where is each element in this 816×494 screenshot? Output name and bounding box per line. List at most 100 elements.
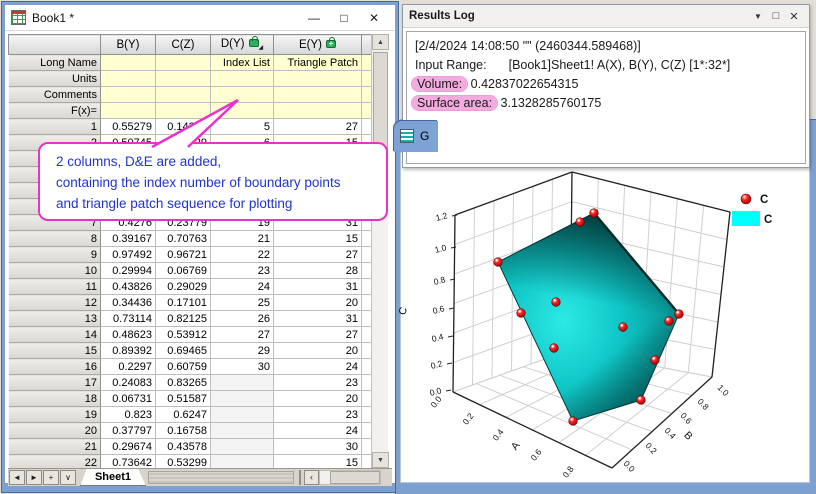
label-cell[interactable]: Index List — [210, 54, 274, 71]
data-cell[interactable]: 0.34436 — [100, 294, 156, 311]
data-cell[interactable]: 0.29674 — [100, 438, 156, 455]
data-cell[interactable]: 24 — [210, 278, 274, 295]
data-cell[interactable]: 0.2297 — [100, 358, 156, 375]
data-cell[interactable]: 31 — [273, 310, 362, 327]
data-cell[interactable]: 0.17101 — [155, 294, 211, 311]
horizontal-scrollbar[interactable] — [319, 470, 381, 485]
results-log-maximize-button[interactable]: □ — [767, 10, 785, 22]
row-number[interactable]: 11 — [8, 278, 101, 295]
data-cell[interactable]: 28 — [273, 262, 362, 279]
data-cell[interactable]: 0.43826 — [100, 278, 156, 295]
results-log-menu-icon[interactable]: ▼ — [749, 12, 767, 21]
close-button[interactable]: ✕ — [359, 8, 389, 28]
row-number[interactable]: 12 — [8, 294, 101, 311]
row-label[interactable]: Units — [8, 70, 101, 87]
row-number[interactable]: 17 — [8, 374, 101, 391]
data-cell[interactable]: 0.69465 — [155, 342, 211, 359]
data-cell[interactable]: 0.89392 — [100, 342, 156, 359]
data-cell[interactable]: 0.70763 — [155, 230, 211, 247]
scroll-down-icon[interactable]: ▼ — [372, 452, 389, 468]
label-cell[interactable] — [273, 70, 362, 87]
hscroll-left-icon[interactable]: ‹ — [304, 470, 319, 485]
vertical-scroll-thumb[interactable] — [373, 52, 388, 152]
data-cell[interactable]: 0.823 — [100, 406, 156, 423]
data-cell[interactable] — [210, 438, 274, 455]
graph-window-titlebar[interactable]: G — [394, 121, 438, 152]
label-cell[interactable]: Triangle Patch — [273, 54, 362, 71]
data-cell[interactable]: 21 — [210, 230, 274, 247]
row-number[interactable]: 9 — [8, 246, 101, 263]
horizontal-scroll-thumb[interactable] — [330, 471, 380, 484]
tab-sheet1[interactable]: Sheet1 — [80, 469, 146, 486]
row-label[interactable]: Long Name — [8, 54, 101, 71]
row-number[interactable]: 15 — [8, 342, 101, 359]
data-cell[interactable]: 23 — [210, 262, 274, 279]
label-cell[interactable] — [155, 54, 211, 71]
row-number[interactable]: 18 — [8, 390, 101, 407]
data-cell[interactable]: 27 — [273, 118, 362, 135]
data-cell[interactable]: 25 — [210, 294, 274, 311]
data-cell[interactable]: 23 — [273, 406, 362, 423]
data-cell[interactable]: 22 — [210, 246, 274, 263]
data-cell[interactable]: 30 — [210, 358, 274, 375]
data-cell[interactable]: 15 — [273, 230, 362, 247]
row-number[interactable]: 10 — [8, 262, 101, 279]
data-cell[interactable]: 27 — [273, 246, 362, 263]
data-cell[interactable]: 27 — [210, 326, 274, 343]
row-number[interactable]: 8 — [8, 230, 101, 247]
label-cell[interactable] — [155, 70, 211, 87]
row-label[interactable]: Comments — [8, 86, 101, 103]
row-label[interactable]: F(x)= — [8, 102, 101, 119]
data-cell[interactable]: 0.43578 — [155, 438, 211, 455]
data-cell[interactable]: 0.06731 — [100, 390, 156, 407]
data-cell[interactable]: 0.97492 — [100, 246, 156, 263]
results-log-close-button[interactable]: ✕ — [785, 10, 803, 23]
scroll-up-icon[interactable]: ▲ — [372, 34, 389, 50]
workbook-titlebar[interactable]: Book1 * — □ ✕ — [5, 5, 395, 31]
sheet-list-button[interactable]: ∨ — [60, 470, 76, 485]
data-cell[interactable]: 0.48623 — [100, 326, 156, 343]
label-cell[interactable] — [100, 70, 156, 87]
data-cell[interactable] — [210, 374, 274, 391]
data-cell[interactable]: 0.51587 — [155, 390, 211, 407]
data-cell[interactable]: 0.73114 — [100, 310, 156, 327]
column-header-B(Y)[interactable]: B(Y) — [100, 34, 156, 55]
results-log-titlebar[interactable]: Results Log ▼ □ ✕ — [403, 5, 809, 28]
corner-cell[interactable] — [8, 34, 101, 55]
data-cell[interactable]: 30 — [273, 438, 362, 455]
tab-nav-left-icon[interactable]: ◄ — [9, 470, 25, 485]
row-number[interactable]: 1 — [8, 118, 101, 135]
row-number[interactable]: 16 — [8, 358, 101, 375]
column-header-C(Z)[interactable]: C(Z) — [155, 34, 211, 55]
data-cell[interactable]: 0.53912 — [155, 326, 211, 343]
add-sheet-button[interactable]: + — [43, 470, 59, 485]
data-cell[interactable]: 24 — [273, 358, 362, 375]
data-cell[interactable]: 0.16758 — [155, 422, 211, 439]
data-cell[interactable]: 0.83265 — [155, 374, 211, 391]
row-number[interactable]: 19 — [8, 406, 101, 423]
data-cell[interactable]: 27 — [273, 326, 362, 343]
label-cell[interactable] — [273, 86, 362, 103]
data-cell[interactable]: 26 — [210, 310, 274, 327]
data-cell[interactable]: 20 — [273, 342, 362, 359]
data-cell[interactable]: 20 — [273, 390, 362, 407]
data-cell[interactable]: 0.24083 — [100, 374, 156, 391]
maximize-button[interactable]: □ — [329, 8, 359, 28]
data-cell[interactable] — [210, 406, 274, 423]
row-number[interactable]: 20 — [8, 422, 101, 439]
data-cell[interactable]: 0.29994 — [100, 262, 156, 279]
lock-menu-caret-icon[interactable]: ◢ — [259, 45, 264, 51]
data-cell[interactable]: 29 — [210, 342, 274, 359]
data-cell[interactable]: 0.37797 — [100, 422, 156, 439]
data-cell[interactable]: 20 — [273, 294, 362, 311]
data-cell[interactable]: 0.06769 — [155, 262, 211, 279]
vertical-scrollbar[interactable]: ▲ ▼ — [371, 34, 389, 468]
data-cell[interactable]: 0.82125 — [155, 310, 211, 327]
data-cell[interactable]: 0.6247 — [155, 406, 211, 423]
label-cell[interactable] — [100, 54, 156, 71]
3d-convex-hull-plot[interactable]: 1.21.00.80.60.40.20.00.00.20.40.60.8 0.00… — [390, 145, 810, 490]
data-cell[interactable]: 0.39167 — [100, 230, 156, 247]
data-cell[interactable]: 24 — [273, 422, 362, 439]
data-cell[interactable]: 23 — [273, 374, 362, 391]
data-cell[interactable]: 31 — [273, 278, 362, 295]
